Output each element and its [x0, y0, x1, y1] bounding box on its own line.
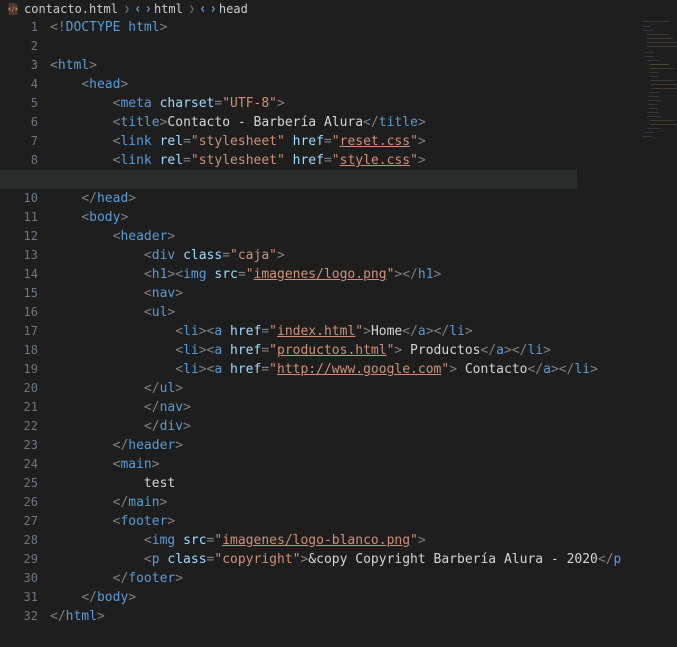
line-number: 1 [0, 18, 38, 37]
code-line[interactable]: <main> [50, 455, 677, 474]
line-number: 5 [0, 94, 38, 113]
line-number: 15 [0, 284, 38, 303]
code-line[interactable]: <link rel="stylesheet" href="style.css"> [50, 151, 677, 170]
line-number: 27 [0, 512, 38, 531]
breadcrumb-seg-html[interactable]: html [154, 2, 183, 16]
code-area[interactable]: <!DOCTYPE html> <html> <head> <meta chars… [50, 18, 677, 647]
code-line[interactable]: <div class="caja"> [50, 246, 677, 265]
code-line[interactable]: <li><a href="http://www.google.com"> Con… [50, 360, 677, 379]
code-line[interactable]: </nav> [50, 398, 677, 417]
code-line[interactable] [50, 37, 677, 56]
line-number: 13 [0, 246, 38, 265]
code-line[interactable]: <img src="imagenes/logo-blanco.png"> [50, 531, 677, 550]
code-line[interactable]: </div> [50, 417, 677, 436]
code-line[interactable]: <body> [50, 208, 677, 227]
breadcrumb[interactable]: contacto.html ❯ html ❯ head [0, 0, 677, 18]
editor[interactable]: 1234567891011121314151617181920212223242… [0, 18, 677, 647]
code-line[interactable]: <html> [50, 56, 677, 75]
code-line[interactable] [0, 170, 577, 189]
code-line[interactable]: </html> [50, 607, 677, 626]
breadcrumb-file[interactable]: contacto.html [24, 2, 118, 16]
line-number: 3 [0, 56, 38, 75]
line-number: 19 [0, 360, 38, 379]
line-number: 17 [0, 322, 38, 341]
line-number: 4 [0, 75, 38, 94]
line-numbers: 1234567891011121314151617181920212223242… [0, 18, 50, 647]
line-number: 20 [0, 379, 38, 398]
chevron-right-icon: ❯ [124, 4, 130, 15]
line-number: 32 [0, 607, 38, 626]
line-number: 10 [0, 189, 38, 208]
line-number: 24 [0, 455, 38, 474]
line-number: 6 [0, 113, 38, 132]
code-line[interactable]: <!DOCTYPE html> [50, 18, 677, 37]
tag-icon [136, 2, 150, 16]
code-line[interactable]: <li><a href="index.html">Home</a></li> [50, 322, 677, 341]
line-number: 16 [0, 303, 38, 322]
line-number: 30 [0, 569, 38, 588]
line-number: 22 [0, 417, 38, 436]
code-line[interactable]: <meta charset="UTF-8"> [50, 94, 677, 113]
code-line[interactable]: <footer> [50, 512, 677, 531]
line-number: 26 [0, 493, 38, 512]
file-icon [6, 2, 20, 16]
line-number: 8 [0, 151, 38, 170]
breadcrumb-seg-head[interactable]: head [219, 2, 248, 16]
code-line[interactable]: </body> [50, 588, 677, 607]
code-line[interactable]: <ul> [50, 303, 677, 322]
line-number: 29 [0, 550, 38, 569]
line-number: 18 [0, 341, 38, 360]
code-line[interactable]: <nav> [50, 284, 677, 303]
chevron-right-icon: ❯ [189, 4, 195, 15]
line-number: 25 [0, 474, 38, 493]
code-line[interactable]: <li><a href="productos.html"> Productos<… [50, 341, 677, 360]
code-line[interactable]: <title>Contacto - Barbería Alura</title> [50, 113, 677, 132]
tag-icon [201, 2, 215, 16]
line-number: 12 [0, 227, 38, 246]
line-number: 21 [0, 398, 38, 417]
line-number: 7 [0, 132, 38, 151]
code-line[interactable]: <h1><img src="imagenes/logo.png"></h1> [50, 265, 677, 284]
line-number: 28 [0, 531, 38, 550]
code-line[interactable]: </ul> [50, 379, 677, 398]
code-line[interactable]: <head> [50, 75, 677, 94]
code-line[interactable]: test [50, 474, 677, 493]
code-line[interactable]: <p class="copyright">&copy Copyright Bar… [50, 550, 677, 569]
line-number: 31 [0, 588, 38, 607]
code-line[interactable]: </header> [50, 436, 677, 455]
code-line[interactable]: <header> [50, 227, 677, 246]
line-number: 14 [0, 265, 38, 284]
line-number: 23 [0, 436, 38, 455]
line-number: 11 [0, 208, 38, 227]
code-line[interactable]: </footer> [50, 569, 677, 588]
code-line[interactable]: </main> [50, 493, 677, 512]
code-line[interactable]: </head> [50, 189, 677, 208]
line-number: 2 [0, 37, 38, 56]
code-line[interactable]: <link rel="stylesheet" href="reset.css"> [50, 132, 677, 151]
